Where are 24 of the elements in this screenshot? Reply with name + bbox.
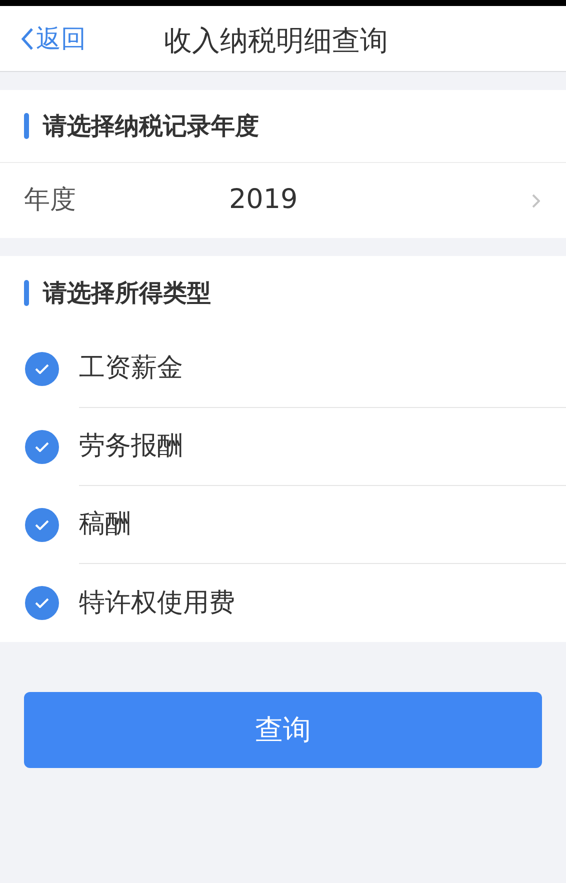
check-icon xyxy=(35,598,49,608)
section-marker xyxy=(24,280,29,306)
option-label: 稿酬 xyxy=(79,508,131,541)
page-title: 收入纳税明细查询 xyxy=(164,23,388,59)
option-label: 工资薪金 xyxy=(79,352,183,385)
section-title: 请选择纳税记录年度 xyxy=(43,111,259,142)
chevron-right-icon xyxy=(532,194,540,208)
check-icon xyxy=(35,520,49,530)
option-label: 特许权使用费 xyxy=(79,586,235,620)
year-picker[interactable]: 年度 2019 xyxy=(0,163,566,238)
option-label: 劳务报酬 xyxy=(79,430,183,463)
year-label: 年度 xyxy=(24,184,77,217)
back-chevron-icon xyxy=(20,26,34,50)
checkbox[interactable] xyxy=(25,430,59,464)
back-button[interactable]: 返回 xyxy=(20,20,86,58)
checkbox[interactable] xyxy=(25,508,59,542)
checkbox[interactable] xyxy=(25,352,59,386)
check-icon xyxy=(35,364,49,374)
query-button[interactable]: 查询 xyxy=(24,692,542,768)
section-marker xyxy=(24,113,29,139)
section-title: 请选择所得类型 xyxy=(43,278,211,309)
year-value: 2019 xyxy=(229,183,298,218)
checkbox[interactable] xyxy=(25,586,59,620)
check-icon xyxy=(35,442,49,452)
